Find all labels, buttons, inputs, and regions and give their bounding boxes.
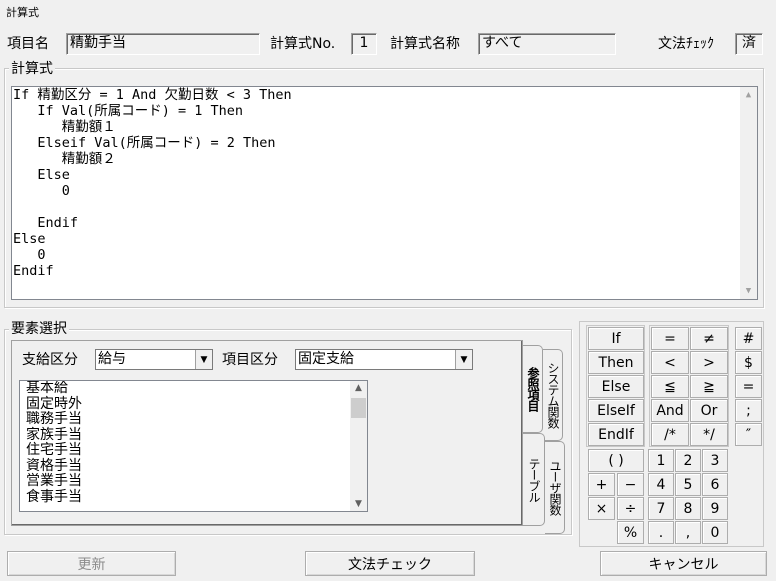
element-selection-title: 要素選択 bbox=[9, 321, 69, 337]
formula-name-label: 計算式名称 bbox=[390, 36, 460, 52]
digit-key[interactable]: 6 bbox=[702, 473, 728, 496]
arith-key[interactable]: % bbox=[617, 521, 644, 544]
digit-key[interactable]: 7 bbox=[648, 497, 674, 520]
symbol-key[interactable]: ″ bbox=[735, 423, 762, 446]
list-item[interactable]: 固定時外 bbox=[20, 396, 367, 413]
digit-key[interactable]: 9 bbox=[702, 497, 728, 520]
symbol-key[interactable]: ; bbox=[735, 399, 762, 422]
digit-key[interactable]: , bbox=[675, 521, 701, 544]
formula-name-field[interactable]: すべて bbox=[478, 33, 616, 55]
keyword-key[interactable]: Then bbox=[588, 351, 644, 374]
chevron-down-icon[interactable]: ▼ bbox=[455, 350, 472, 369]
digit-key[interactable]: 1 bbox=[648, 449, 674, 472]
scroll-up-icon[interactable]: ▲ bbox=[740, 89, 757, 101]
item-type-value: 固定支給 bbox=[298, 351, 354, 367]
tab-user-functions[interactable]: ユーザ関数 bbox=[545, 441, 565, 534]
tab-reference-items[interactable]: 参照項目 bbox=[523, 345, 543, 433]
digit-key[interactable]: 0 bbox=[702, 521, 728, 544]
syntax-check-label: 文法ﾁｪｯｸ bbox=[658, 36, 714, 52]
operator-key[interactable]: And bbox=[651, 399, 689, 422]
arith-key[interactable]: ÷ bbox=[617, 497, 644, 520]
pay-type-value: 給与 bbox=[98, 351, 126, 367]
digit-key[interactable]: 3 bbox=[702, 449, 728, 472]
pay-type-select[interactable]: 給与 ▼ bbox=[95, 349, 213, 370]
keyword-key[interactable]: EndIf bbox=[588, 423, 644, 446]
keyword-key[interactable]: If bbox=[588, 327, 644, 350]
window-title: 計算式 bbox=[6, 6, 39, 19]
digit-key[interactable]: 4 bbox=[648, 473, 674, 496]
symbol-key[interactable]: # bbox=[735, 327, 762, 350]
digit-key[interactable]: 2 bbox=[675, 449, 701, 472]
keyword-key[interactable]: Else bbox=[588, 375, 644, 398]
operator-key[interactable]: = bbox=[651, 327, 689, 350]
keyword-key[interactable]: ElseIf bbox=[588, 399, 644, 422]
arith-key[interactable]: + bbox=[588, 473, 615, 496]
operator-key[interactable]: */ bbox=[690, 423, 728, 446]
operator-key[interactable]: < bbox=[651, 351, 689, 374]
tab-table[interactable]: テーブル bbox=[523, 433, 545, 526]
item-type-select[interactable]: 固定支給 ▼ bbox=[295, 349, 473, 370]
list-item[interactable]: 職務手当 bbox=[20, 411, 367, 428]
arith-key[interactable]: − bbox=[617, 473, 644, 496]
formula-no-field[interactable]: 1 bbox=[351, 33, 377, 55]
syntax-check-button[interactable]: 文法チェック bbox=[305, 551, 475, 576]
arith-key[interactable]: × bbox=[588, 497, 615, 520]
scroll-thumb[interactable] bbox=[351, 398, 366, 418]
formula-no-label: 計算式No. bbox=[270, 36, 336, 52]
scroll-down-icon[interactable]: ▼ bbox=[740, 285, 757, 297]
formula-group-title: 計算式 bbox=[9, 61, 55, 77]
item-name-field[interactable]: 精勤手当 bbox=[66, 33, 260, 55]
syntax-check-status: 済 bbox=[735, 33, 763, 55]
chevron-down-icon[interactable]: ▼ bbox=[195, 350, 212, 369]
list-item[interactable]: 基本給 bbox=[20, 381, 367, 397]
formula-scrollbar[interactable]: ▲ ▼ bbox=[740, 87, 757, 299]
cancel-button[interactable]: キャンセル bbox=[600, 551, 767, 576]
pay-type-label: 支給区分 bbox=[22, 352, 78, 368]
list-item[interactable]: 家族手当 bbox=[20, 427, 367, 444]
operator-key[interactable]: Or bbox=[690, 399, 728, 422]
digit-key[interactable]: 5 bbox=[675, 473, 701, 496]
paren-key[interactable]: ( ) bbox=[588, 449, 644, 472]
item-name-label: 項目名 bbox=[7, 36, 49, 52]
symbol-key[interactable]: $ bbox=[735, 351, 762, 374]
symbol-key[interactable]: = bbox=[735, 375, 762, 398]
list-item[interactable]: 資格手当 bbox=[20, 458, 367, 475]
element-list[interactable]: 基本給 固定時外 職務手当 家族手当 住宅手当 資格手当 営業手当 食事手当 ▲… bbox=[19, 380, 368, 512]
operator-key[interactable]: ≧ bbox=[690, 375, 728, 398]
update-button[interactable]: 更新 bbox=[7, 551, 176, 576]
digit-key[interactable]: . bbox=[648, 521, 674, 544]
operator-key[interactable]: > bbox=[690, 351, 728, 374]
list-item[interactable]: 住宅手当 bbox=[20, 442, 367, 459]
item-type-label: 項目区分 bbox=[222, 352, 278, 368]
list-item[interactable]: 営業手当 bbox=[20, 473, 367, 490]
operator-key[interactable]: /* bbox=[651, 423, 689, 446]
formula-editor[interactable]: If 精勤区分 = 1 And 欠勤日数 < 3 Then If Val(所属コ… bbox=[11, 86, 758, 300]
operator-key[interactable]: ≠ bbox=[690, 327, 728, 350]
list-item[interactable]: 食事手当 bbox=[20, 489, 367, 506]
element-list-scrollbar[interactable]: ▲ ▼ bbox=[350, 381, 367, 511]
scroll-down-icon[interactable]: ▼ bbox=[350, 498, 367, 510]
operator-key[interactable]: ≦ bbox=[651, 375, 689, 398]
scroll-up-icon[interactable]: ▲ bbox=[350, 382, 367, 394]
digit-key[interactable]: 8 bbox=[675, 497, 701, 520]
formula-code[interactable]: If 精勤区分 = 1 And 欠勤日数 < 3 Then If Val(所属コ… bbox=[12, 87, 757, 279]
tab-system-functions[interactable]: システム関数 bbox=[543, 349, 563, 441]
